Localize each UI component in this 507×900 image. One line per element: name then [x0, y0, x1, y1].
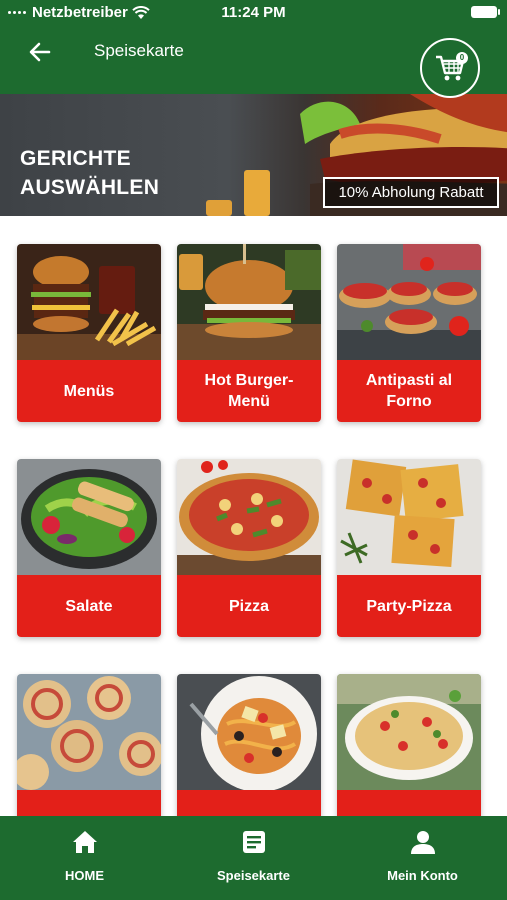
- back-button[interactable]: [26, 38, 54, 66]
- category-label: [177, 790, 321, 816]
- menu-document-icon: [242, 831, 265, 853]
- category-card-antipasti-al-forno[interactable]: Antipasti al Forno: [337, 244, 481, 422]
- discount-badge: 10% Abholung Rabatt: [323, 177, 499, 208]
- category-card-hot-burger-menu[interactable]: Hot Burger-Menü: [177, 244, 321, 422]
- cart-button[interactable]: 0: [420, 38, 480, 98]
- category-label: Hot Burger-Menü: [177, 360, 321, 422]
- bottom-navigation: HOME Speisekarte Mein Konto: [0, 816, 507, 900]
- category-card-pasta-salad[interactable]: [337, 674, 481, 816]
- hero-banner: GERICHTE AUSWÄHLEN 10% Abholung Rabatt: [0, 94, 507, 216]
- category-card-party-pizza[interactable]: Party-Pizza: [337, 459, 481, 637]
- category-label: [337, 790, 481, 816]
- banner-title-line2: AUSWÄHLEN: [20, 176, 160, 199]
- clock: 11:24 PM: [221, 4, 286, 21]
- nav-speisekarte[interactable]: Speisekarte: [169, 816, 338, 900]
- category-card-rolls[interactable]: [17, 674, 161, 816]
- nav-label: Mein Konto: [387, 868, 458, 883]
- bruschetta-image: [337, 244, 481, 360]
- category-grid: Menüs Hot Burger-Menü Antipasti al Forno…: [0, 216, 507, 816]
- pizza-image: [177, 459, 321, 575]
- category-card-pasta[interactable]: [177, 674, 321, 816]
- salad-image: [17, 459, 161, 575]
- banner-title: GERICHTE AUSWÄHLEN: [20, 144, 159, 202]
- category-label: [17, 790, 161, 816]
- category-label: Antipasti al Forno: [337, 360, 481, 422]
- burger-menu-image: [17, 244, 161, 360]
- banner-title-line1: GERICHTE: [20, 147, 131, 170]
- pasta-image: [177, 674, 321, 790]
- nav-label: Speisekarte: [217, 868, 290, 883]
- fries-image: [206, 170, 270, 216]
- page-title: Speisekarte: [94, 41, 184, 60]
- category-card-salate[interactable]: Salate: [17, 459, 161, 637]
- category-label: Party-Pizza: [337, 575, 481, 637]
- category-label: Pizza: [177, 575, 321, 637]
- nav-label: HOME: [65, 868, 104, 883]
- status-bar: Netzbetreiber 11:24 PM: [0, 0, 507, 26]
- pasta-salad-image: [337, 674, 481, 790]
- cart-count-badge: 0: [456, 52, 468, 64]
- nav-home[interactable]: HOME: [0, 816, 169, 900]
- category-label: Salate: [17, 575, 161, 637]
- category-card-menus[interactable]: Menüs: [17, 244, 161, 422]
- arrow-left-icon: [29, 42, 51, 62]
- home-icon: [72, 831, 97, 853]
- pizza-rolls-image: [17, 674, 161, 790]
- nav-mein-konto[interactable]: Mein Konto: [338, 816, 507, 900]
- party-pizza-image: [337, 459, 481, 575]
- battery-icon: [471, 6, 500, 18]
- hot-burger-image: [177, 244, 321, 360]
- category-label: Menüs: [17, 360, 161, 422]
- category-card-pizza[interactable]: Pizza: [177, 459, 321, 637]
- user-icon: [410, 831, 435, 854]
